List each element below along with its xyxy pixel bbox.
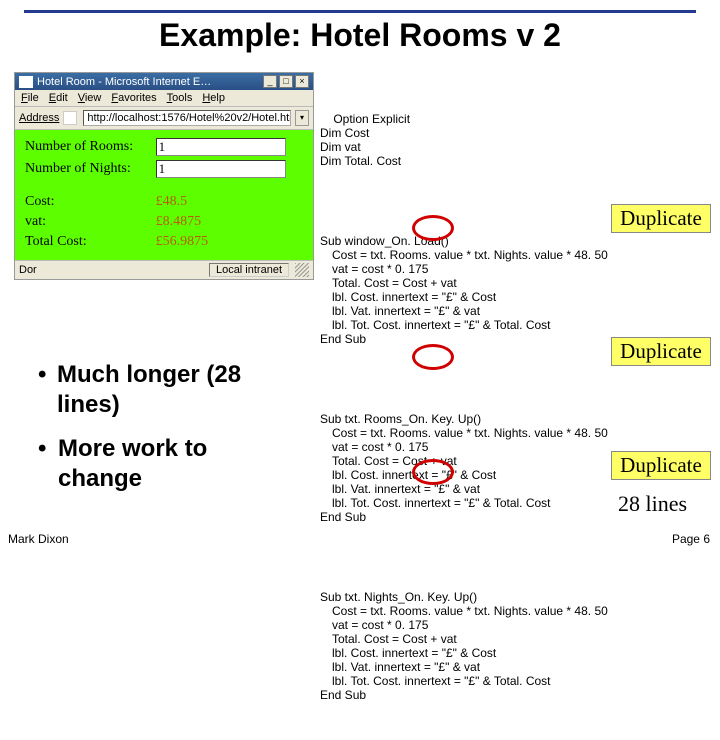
menu-tools[interactable]: Tools bbox=[167, 92, 193, 104]
status-zone: Local intranet bbox=[209, 263, 289, 277]
code-preamble: Option Explicit Dim Cost Dim vat Dim Tot… bbox=[320, 98, 620, 182]
address-label: Address bbox=[19, 112, 59, 124]
bullet-list: •Much longer (28 lines) •More work to ch… bbox=[38, 360, 298, 508]
code-line: Total. Cost = Cost + vat bbox=[320, 454, 620, 468]
vat-label: vat: bbox=[21, 212, 152, 232]
code-line: lbl. Vat. innertext = "£" & vat bbox=[320, 482, 620, 496]
code-sub-3: Sub txt. Nights_On. Key. Up() Cost = txt… bbox=[320, 576, 620, 716]
footer-author: Mark Dixon bbox=[8, 532, 69, 546]
ie-icon bbox=[19, 76, 33, 88]
browser-titlebar: Hotel Room - Microsoft Internet E… _ □ × bbox=[15, 73, 313, 90]
resize-grip[interactable] bbox=[295, 263, 309, 277]
code-line: lbl. Tot. Cost. innertext = "£" & Total.… bbox=[320, 496, 620, 510]
code-listing: Option Explicit Dim Cost Dim vat Dim Tot… bbox=[320, 70, 620, 740]
menu-favorites[interactable]: Favorites bbox=[111, 92, 156, 104]
rooms-label: Number of Rooms: bbox=[21, 136, 152, 158]
code-line: Total. Cost = Cost + vat bbox=[320, 276, 620, 290]
code-line: End Sub bbox=[320, 510, 366, 524]
total-label: Total Cost: bbox=[21, 232, 152, 252]
code-line: lbl. Cost. innertext = "£" & Cost bbox=[320, 290, 620, 304]
slide-title: Example: Hotel Rooms v 2 bbox=[0, 17, 720, 54]
code-line: lbl. Cost. innertext = "£" & Cost bbox=[320, 468, 620, 482]
code-line: lbl. Tot. Cost. innertext = "£" & Total.… bbox=[320, 318, 620, 332]
code-line: Dim Total. Cost bbox=[320, 154, 401, 168]
code-sub-1: Sub window_On. Load() Cost = txt. Rooms.… bbox=[320, 220, 620, 360]
rooms-input[interactable] bbox=[156, 138, 286, 156]
browser-window: Hotel Room - Microsoft Internet E… _ □ ×… bbox=[14, 72, 314, 280]
bullet-2: More work to change bbox=[58, 434, 298, 494]
code-line: Cost = txt. Rooms. value * txt. Nights. … bbox=[320, 604, 620, 618]
code-line: vat = cost * 0. 175 bbox=[320, 440, 620, 454]
code-line: Dim vat bbox=[320, 140, 361, 154]
duplicate-callout-3: Duplicate bbox=[611, 451, 711, 480]
code-line: Cost = txt. Rooms. value * txt. Nights. … bbox=[320, 426, 620, 440]
status-bar: Dor Local intranet bbox=[15, 260, 313, 279]
footer-page: Page 6 bbox=[672, 532, 710, 546]
code-line: End Sub bbox=[320, 688, 366, 702]
vat-value: £8.4875 bbox=[152, 212, 307, 232]
cost-label: Cost: bbox=[21, 192, 152, 212]
code-line: Option Explicit bbox=[333, 112, 410, 126]
nights-label: Number of Nights: bbox=[21, 158, 152, 180]
code-line: lbl. Vat. innertext = "£" & vat bbox=[320, 660, 620, 674]
code-line: Total. Cost = Cost + vat bbox=[320, 632, 620, 646]
top-rule bbox=[24, 10, 696, 13]
code-sub-2: Sub txt. Rooms_On. Key. Up() Cost = txt.… bbox=[320, 398, 620, 538]
menu-help[interactable]: Help bbox=[202, 92, 225, 104]
close-button[interactable]: × bbox=[295, 75, 309, 88]
page-body: Number of Rooms: Number of Nights: Cost:… bbox=[15, 130, 313, 260]
code-line: Sub txt. Rooms_On. Key. Up() bbox=[320, 412, 481, 426]
bullet-1: Much longer (28 lines) bbox=[57, 360, 298, 420]
url-dropdown[interactable]: ▾ bbox=[295, 110, 309, 126]
url-field[interactable]: http://localhost:1576/Hotel%20v2/Hotel.h… bbox=[83, 110, 291, 126]
page-icon bbox=[63, 111, 77, 125]
menu-edit[interactable]: Edit bbox=[49, 92, 68, 104]
cost-value: £48.5 bbox=[152, 192, 307, 212]
code-line: lbl. Tot. Cost. innertext = "£" & Total.… bbox=[320, 674, 620, 688]
code-line: vat = cost * 0. 175 bbox=[320, 618, 620, 632]
maximize-button[interactable]: □ bbox=[279, 75, 293, 88]
status-left: Dor bbox=[19, 264, 37, 276]
code-line: lbl. Vat. innertext = "£" & vat bbox=[320, 304, 620, 318]
code-line: End Sub bbox=[320, 332, 366, 346]
code-line: vat = cost * 0. 175 bbox=[320, 262, 620, 276]
minimize-button[interactable]: _ bbox=[263, 75, 277, 88]
nights-input[interactable] bbox=[156, 160, 286, 178]
code-line: Dim Cost bbox=[320, 126, 369, 140]
code-line: Sub txt. Nights_On. Key. Up() bbox=[320, 590, 477, 604]
code-line: Cost = txt. Rooms. value * txt. Nights. … bbox=[320, 248, 620, 262]
menu-view[interactable]: View bbox=[78, 92, 102, 104]
code-line: lbl. Cost. innertext = "£" & Cost bbox=[320, 646, 620, 660]
menu-file[interactable]: File bbox=[21, 92, 39, 104]
total-value: £56.9875 bbox=[152, 232, 307, 252]
code-line: Sub window_On. Load() bbox=[320, 234, 449, 248]
lines-count: 28 lines bbox=[618, 491, 687, 517]
browser-menubar: File Edit View Favorites Tools Help bbox=[15, 90, 313, 107]
duplicate-callout-2: Duplicate bbox=[611, 337, 711, 366]
window-title-text: Hotel Room - Microsoft Internet E… bbox=[37, 76, 261, 88]
duplicate-callout-1: Duplicate bbox=[611, 204, 711, 233]
address-bar: Address http://localhost:1576/Hotel%20v2… bbox=[15, 107, 313, 130]
